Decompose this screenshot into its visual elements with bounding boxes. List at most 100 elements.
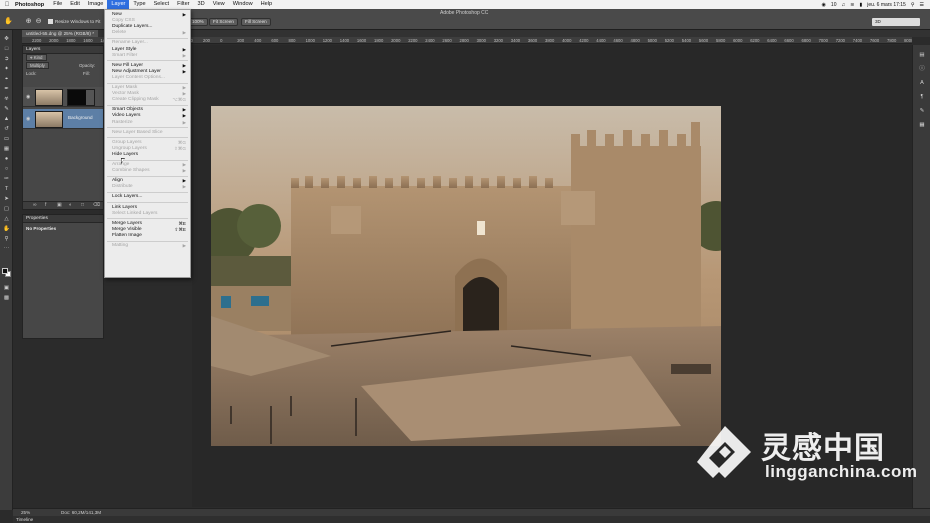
menu-3d[interactable]: 3D bbox=[194, 0, 209, 9]
menu-item-label: Layer Mask bbox=[112, 85, 138, 90]
more-tools-icon[interactable]: ⋯ bbox=[2, 246, 11, 253]
dodge-tool-icon[interactable]: ○ bbox=[2, 166, 11, 173]
blend-mode-select[interactable]: Multiply bbox=[26, 62, 49, 69]
lasso-tool-icon[interactable]: ➲ bbox=[2, 56, 11, 63]
document-image[interactable] bbox=[211, 106, 721, 446]
fit-screen-button[interactable]: Fit Screen bbox=[209, 18, 238, 26]
menu-window[interactable]: Window bbox=[229, 0, 257, 9]
gradient-tool-icon[interactable]: ▦ bbox=[2, 146, 11, 153]
path-select-tool-icon[interactable]: ➤ bbox=[2, 196, 11, 203]
menu-layer[interactable]: Layer bbox=[107, 0, 130, 9]
adjustment-icon[interactable]: ◐ bbox=[69, 202, 72, 208]
menu-view[interactable]: View bbox=[209, 0, 229, 9]
paragraph-icon[interactable]: ¶ bbox=[917, 93, 927, 101]
screen-mode-icon[interactable]: ▩ bbox=[2, 295, 11, 302]
menu-separator bbox=[107, 82, 188, 84]
menu-item-link-layers[interactable]: Link Layers bbox=[105, 205, 190, 211]
foreground-color-swatch[interactable] bbox=[2, 268, 8, 274]
clone-stamp-tool-icon[interactable]: ▲ bbox=[2, 116, 11, 123]
trash-icon[interactable]: ⌫ bbox=[93, 202, 100, 208]
layer-row-background[interactable]: ◉ Background bbox=[23, 109, 103, 129]
layer-mask-thumbnail[interactable] bbox=[67, 89, 95, 106]
healing-brush-tool-icon[interactable]: ☣ bbox=[2, 96, 11, 103]
menu-help[interactable]: Help bbox=[257, 0, 277, 9]
info-icon[interactable]: ⓘ bbox=[917, 65, 927, 73]
link-layers-icon[interactable]: ∞ bbox=[33, 202, 37, 208]
pen-tool-icon[interactable]: ✑ bbox=[2, 176, 11, 183]
menu-image[interactable]: Image bbox=[84, 0, 108, 9]
history-icon[interactable]: ▤ bbox=[917, 51, 927, 59]
speaker-icon[interactable]: ♫ bbox=[841, 2, 845, 8]
camera-icon[interactable]: ◉ bbox=[822, 2, 826, 8]
3d-tool-icon[interactable]: △ bbox=[2, 216, 11, 223]
workspace-select[interactable]: 3D bbox=[872, 18, 920, 26]
zoom-level[interactable]: 25% bbox=[21, 509, 30, 516]
menu-item-hide-layers[interactable]: Hide Layers bbox=[105, 152, 190, 158]
app-menu[interactable]: Photoshop bbox=[14, 2, 49, 8]
add-mask-icon[interactable]: ▣ bbox=[57, 202, 62, 208]
menu-item-label: Distribute bbox=[112, 184, 133, 190]
menu-item-new-fill-layer[interactable]: New Fill Layer ▶ bbox=[105, 63, 190, 69]
history-brush-tool-icon[interactable]: ↺ bbox=[2, 126, 11, 133]
menu-item-lock-layers[interactable]: Lock Layers... bbox=[105, 194, 190, 200]
ruler-label: 2000 bbox=[49, 38, 59, 43]
marquee-tool-icon[interactable]: □ bbox=[2, 46, 11, 53]
brush-presets-icon[interactable]: ✎ bbox=[917, 107, 927, 115]
fill-screen-button[interactable]: Fill Screen bbox=[241, 18, 271, 26]
ruler-label: 7800 bbox=[887, 38, 897, 43]
menu-edit[interactable]: Edit bbox=[66, 0, 84, 9]
resize-windows-checkbox[interactable]: Resize Windows to Fit bbox=[48, 19, 100, 24]
menu-type[interactable]: Type bbox=[129, 0, 149, 9]
type-tool-icon[interactable]: T bbox=[2, 186, 11, 193]
menu-item-label: Merge Visible bbox=[112, 226, 142, 232]
search-icon[interactable]: ⚲ bbox=[911, 2, 915, 8]
submenu-arrow-icon: ▶ bbox=[182, 184, 186, 190]
menu-item-video-layers[interactable]: Video Layers ▶ bbox=[105, 113, 190, 119]
filter-kind-select[interactable]: ⌖ Kind bbox=[26, 54, 47, 61]
layers-lock-row: Lock: Fill: bbox=[23, 70, 103, 78]
menu-item-new-adjustment-layer[interactable]: New Adjustment Layer ▶ bbox=[105, 69, 190, 75]
menu-select[interactable]: Select bbox=[150, 0, 174, 9]
eye-icon[interactable]: ◉ bbox=[26, 116, 30, 122]
move-tool-icon[interactable]: ✥ bbox=[2, 36, 11, 43]
timeline-label[interactable]: Timeline bbox=[16, 517, 33, 522]
menu-filter[interactable]: Filter bbox=[173, 0, 193, 9]
quick-mask-icon[interactable]: ▣ bbox=[2, 285, 11, 292]
fx-icon[interactable]: f bbox=[45, 202, 46, 208]
zoom-out-icon[interactable]: ⊖ bbox=[34, 17, 43, 26]
menu-item-layer-style[interactable]: Layer Style ▶ bbox=[105, 47, 190, 53]
layer-row-adjustment[interactable]: ◉ bbox=[23, 87, 103, 107]
menu-item-merge-layers[interactable]: Merge Layers ⌘E bbox=[105, 221, 190, 227]
wifi-icon[interactable]: ≋ bbox=[850, 2, 854, 8]
quick-select-tool-icon[interactable]: ✦ bbox=[2, 66, 11, 73]
menu-item-merge-visible[interactable]: Merge Visible ⇧⌘E bbox=[105, 227, 190, 233]
properties-panel-title[interactable]: Properties bbox=[23, 215, 103, 223]
submenu-arrow-icon: ▶ bbox=[182, 91, 186, 97]
list-icon[interactable]: ☰ bbox=[920, 2, 924, 8]
swatches-icon[interactable]: ▦ bbox=[917, 121, 927, 129]
menu-item-flatten-image[interactable]: Flatten Image bbox=[105, 233, 190, 239]
eye-icon[interactable]: ◉ bbox=[26, 94, 30, 100]
layers-panel-title[interactable]: Layers bbox=[23, 46, 103, 54]
apple-icon[interactable]:  bbox=[0, 2, 14, 8]
menu-file[interactable]: File bbox=[49, 0, 66, 9]
menu-item-combine-shapes: Combine Shapes ▶ bbox=[105, 168, 190, 174]
ruler-label: 3800 bbox=[545, 38, 555, 43]
clock[interactable]: jeu. 6 mars 17:15 bbox=[867, 2, 906, 8]
layer-name[interactable]: Background bbox=[68, 115, 93, 120]
eraser-tool-icon[interactable]: ▭ bbox=[2, 136, 11, 143]
brush-tool-icon[interactable]: ✎ bbox=[2, 106, 11, 113]
zoom-tool-icon[interactable]: ⚲ bbox=[2, 236, 11, 243]
hand-tool-icon[interactable]: ✋ bbox=[4, 17, 13, 26]
shape-tool-icon[interactable]: ▢ bbox=[2, 206, 11, 213]
battery-icon[interactable]: ▮ bbox=[859, 2, 862, 8]
character-icon[interactable]: A bbox=[917, 79, 927, 87]
crop-tool-icon[interactable]: ⌖ bbox=[2, 76, 11, 83]
document-tab[interactable]: untitled-55.dng @ 25% (RGB/8) * bbox=[22, 30, 98, 37]
hand-tool-icon-2[interactable]: ✋ bbox=[2, 226, 11, 233]
zoom-in-icon[interactable]: ⊕ bbox=[24, 17, 33, 26]
eyedropper-tool-icon[interactable]: ✒ bbox=[2, 86, 11, 93]
new-layer-icon[interactable]: □ bbox=[81, 202, 84, 208]
blur-tool-icon[interactable]: ● bbox=[2, 156, 11, 163]
document-size[interactable]: Doc: 60,2M/141,3M bbox=[61, 509, 101, 516]
